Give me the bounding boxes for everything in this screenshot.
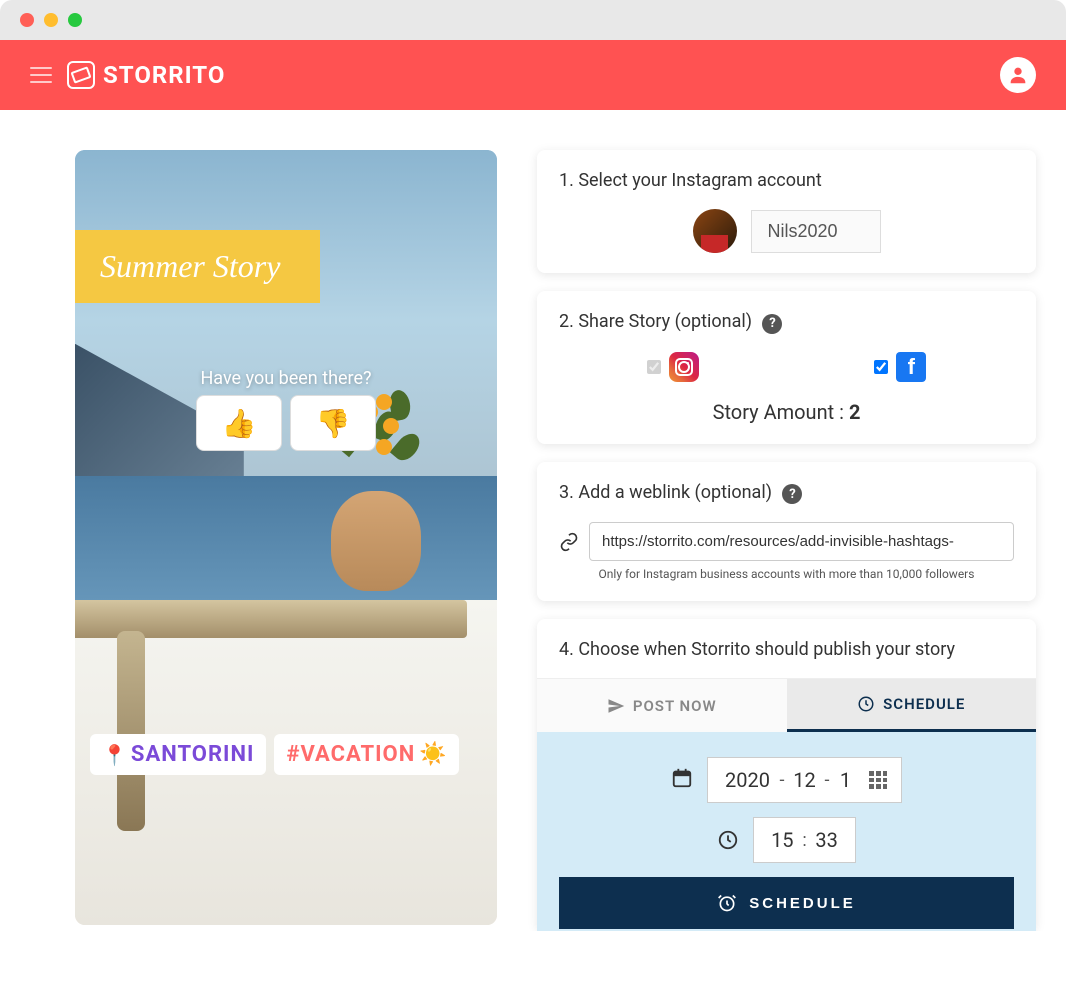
section-schedule: 4. Choose when Storrito should publish y… xyxy=(537,619,1036,931)
alarm-icon xyxy=(717,893,737,913)
app-header: STORRITO xyxy=(0,40,1066,110)
minute-input[interactable] xyxy=(813,828,841,852)
hashtag-tag: #VACATION ☀️ xyxy=(274,734,458,775)
hour-input[interactable] xyxy=(768,828,796,852)
poll-thumbs-up[interactable]: 👍 xyxy=(196,395,282,451)
window-minimize-dot[interactable] xyxy=(44,13,58,27)
instagram-icon xyxy=(669,352,699,382)
location-pin-icon: 📍 xyxy=(102,743,127,767)
link-icon xyxy=(559,532,579,552)
section4-title: 4. Choose when Storrito should publish y… xyxy=(559,639,1014,660)
help-icon[interactable]: ? xyxy=(782,484,802,504)
section2-title: 2. Share Story (optional) ? xyxy=(559,311,1014,334)
account-name-input[interactable] xyxy=(751,210,881,253)
poll-buttons: 👍 👎 xyxy=(196,395,376,451)
facebook-checkbox[interactable] xyxy=(874,360,888,374)
story-banner: Summer Story xyxy=(75,230,320,303)
section-weblink: 3. Add a weblink (optional) ? Only for I… xyxy=(537,462,1036,602)
section3-title: 3. Add a weblink (optional) ? xyxy=(559,482,1014,505)
clock-icon xyxy=(857,695,875,713)
logo-text: STORRITO xyxy=(103,61,225,89)
story-amount: Story Amount : 2 xyxy=(559,400,1014,424)
section-select-account: 1. Select your Instagram account xyxy=(537,150,1036,273)
instagram-checkbox[interactable] xyxy=(647,360,661,374)
schedule-button[interactable]: SCHEDULE xyxy=(559,877,1014,929)
location-tag: 📍 SANTORINI xyxy=(90,734,266,775)
send-icon xyxy=(607,697,625,715)
poll-question: Have you been there? xyxy=(200,368,371,389)
date-input-box[interactable]: - - xyxy=(707,757,903,803)
help-icon[interactable]: ? xyxy=(762,314,782,334)
profile-button[interactable] xyxy=(1000,57,1036,93)
section-share-story: 2. Share Story (optional) ? f Story Amou… xyxy=(537,291,1036,444)
logo-icon xyxy=(67,61,95,89)
time-input-box[interactable]: : xyxy=(753,817,855,863)
user-icon xyxy=(1007,64,1029,86)
tab-post-now[interactable]: POST NOW xyxy=(537,679,787,732)
tab-schedule[interactable]: SCHEDULE xyxy=(787,679,1037,732)
calendar-icon xyxy=(671,767,693,793)
facebook-icon: f xyxy=(896,352,926,382)
section1-title: 1. Select your Instagram account xyxy=(559,170,1014,191)
year-input[interactable] xyxy=(722,768,774,792)
weblink-note: Only for Instagram business accounts wit… xyxy=(559,567,1014,581)
window-close-dot[interactable] xyxy=(20,13,34,27)
window-titlebar xyxy=(0,0,1066,40)
story-preview: Summer Story Have you been there? 👍 👎 📍 … xyxy=(75,150,497,925)
menu-hamburger-icon[interactable] xyxy=(30,67,52,83)
day-input[interactable] xyxy=(835,768,855,792)
window-maximize-dot[interactable] xyxy=(68,13,82,27)
account-avatar[interactable] xyxy=(693,209,737,253)
weblink-input[interactable] xyxy=(589,522,1014,561)
time-icon xyxy=(717,829,739,851)
poll-thumbs-down[interactable]: 👎 xyxy=(290,395,376,451)
logo[interactable]: STORRITO xyxy=(67,61,225,89)
month-input[interactable] xyxy=(791,768,819,792)
date-picker-icon[interactable] xyxy=(869,771,887,789)
sun-icon: ☀️ xyxy=(419,742,446,767)
